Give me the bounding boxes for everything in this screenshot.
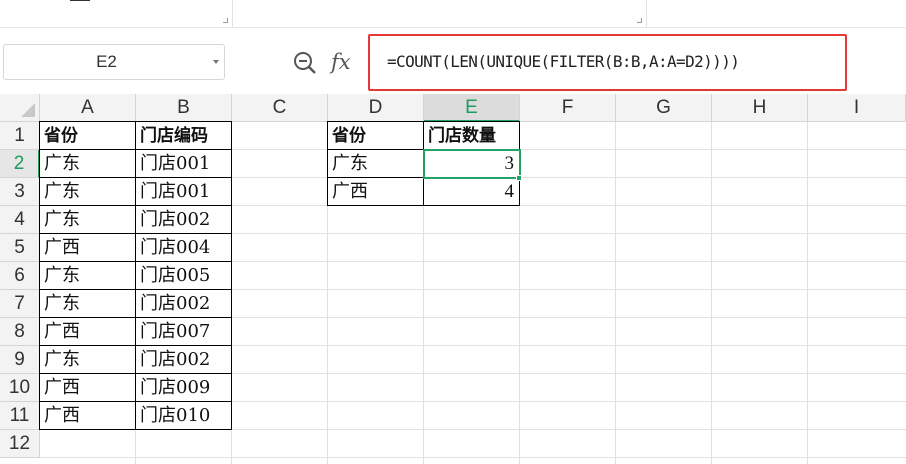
column-header-d[interactable]: D	[328, 94, 424, 122]
cell-b7[interactable]: 门店002	[135, 289, 232, 318]
column-header-h[interactable]: H	[712, 94, 808, 122]
cell-a4[interactable]: 广东	[39, 205, 136, 234]
cell-d2[interactable]: 广东	[327, 149, 424, 178]
row-header-4[interactable]: 4	[0, 206, 40, 234]
row-header-10[interactable]: 10	[0, 374, 40, 402]
row-header-2[interactable]: 2	[0, 150, 40, 178]
row-header-6[interactable]: 6	[0, 262, 40, 290]
column-header-g[interactable]: G	[616, 94, 712, 122]
row-header-12[interactable]: 12	[0, 430, 40, 458]
name-box-value: E2	[96, 52, 117, 71]
cell-b11[interactable]: 门店010	[135, 401, 232, 430]
cell-b9[interactable]: 门店002	[135, 345, 232, 374]
cell-b4[interactable]: 门店002	[135, 205, 232, 234]
dialog-launcher-icon[interactable]	[637, 18, 642, 23]
cell-b8[interactable]: 门店007	[135, 317, 232, 346]
column-header-a[interactable]: A	[40, 94, 136, 122]
gridline	[807, 122, 808, 464]
name-box[interactable]: E2	[3, 44, 225, 80]
cell-a3[interactable]: 广东	[39, 177, 136, 206]
row-header-11[interactable]: 11	[0, 402, 40, 430]
insert-function-icon[interactable]: fx	[331, 46, 359, 78]
cell-b2[interactable]: 门店001	[135, 149, 232, 178]
cell-b3[interactable]: 门店001	[135, 177, 232, 206]
dialog-launcher-icon[interactable]	[223, 18, 228, 23]
gridline	[40, 457, 906, 458]
cell-a9[interactable]: 广东	[39, 345, 136, 374]
gridline	[615, 122, 616, 464]
row-header-1[interactable]: 1	[0, 122, 40, 150]
column-header-c[interactable]: C	[232, 94, 328, 122]
cell-b5[interactable]: 门店004	[135, 233, 232, 262]
row-header-9[interactable]: 9	[0, 346, 40, 374]
cell-b10[interactable]: 门店009	[135, 373, 232, 402]
spreadsheet-grid[interactable]: A B C D E F G H I 1 2 3 4 5 6 7 8 9 10 1…	[0, 94, 906, 464]
column-header-f[interactable]: F	[520, 94, 616, 122]
select-all-icon	[21, 103, 35, 117]
ribbon-strip	[0, 0, 906, 28]
ribbon-group	[233, 0, 647, 27]
cell-a5[interactable]: 广西	[39, 233, 136, 262]
row-header-8[interactable]: 8	[0, 318, 40, 346]
column-header-b[interactable]: B	[136, 94, 232, 122]
cell-b1[interactable]: 门店编码	[135, 121, 232, 150]
cell-b6[interactable]: 门店005	[135, 261, 232, 290]
column-header-i[interactable]: I	[808, 94, 906, 122]
cell-e1[interactable]: 门店数量	[423, 121, 520, 150]
cell-a10[interactable]: 广西	[39, 373, 136, 402]
active-cell-selection[interactable]	[423, 149, 521, 179]
cell-a8[interactable]: 广西	[39, 317, 136, 346]
ribbon-group	[0, 0, 233, 27]
cell-d1[interactable]: 省份	[327, 121, 424, 150]
row-header-3[interactable]: 3	[0, 178, 40, 206]
cell-a11[interactable]: 广西	[39, 401, 136, 430]
zoom-formula-icon[interactable]	[291, 49, 319, 77]
cell-e3[interactable]: 4	[423, 177, 520, 206]
select-all-corner[interactable]	[0, 94, 40, 122]
fill-handle[interactable]	[516, 175, 522, 181]
row-header-7[interactable]: 7	[0, 290, 40, 318]
cell-a1[interactable]: 省份	[39, 121, 136, 150]
gridline	[711, 122, 712, 464]
column-header-e[interactable]: E	[424, 94, 520, 122]
cell-d3[interactable]: 广西	[327, 177, 424, 206]
formula-input[interactable]: =COUNT(LEN(UNIQUE(FILTER(B:B,A:A=D2))))	[387, 48, 740, 76]
chevron-down-icon[interactable]	[213, 60, 219, 64]
cell-a7[interactable]: 广东	[39, 289, 136, 318]
cell-a6[interactable]: 广东	[39, 261, 136, 290]
cell-a2[interactable]: 广东	[39, 149, 136, 178]
row-header-5[interactable]: 5	[0, 234, 40, 262]
